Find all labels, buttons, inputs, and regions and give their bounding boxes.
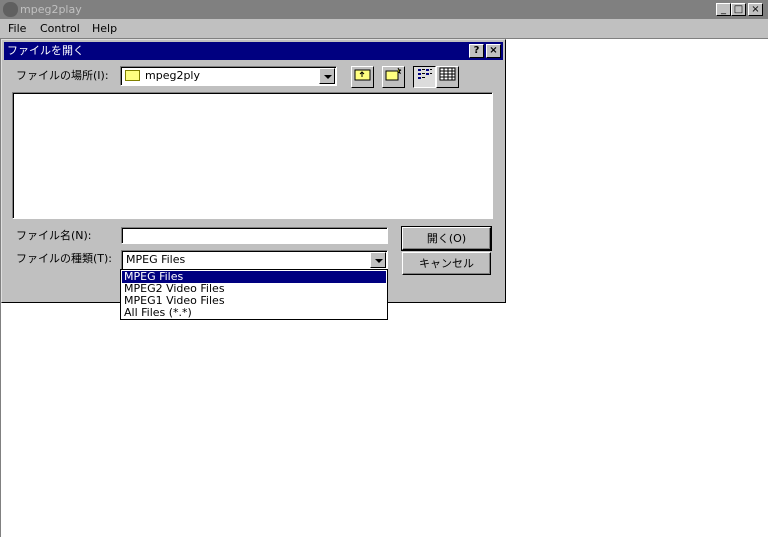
dialog-close-button[interactable]: ×: [486, 44, 501, 58]
menu-help[interactable]: Help: [92, 21, 117, 36]
minimize-button[interactable]: _: [716, 3, 731, 16]
app-title-bar[interactable]: mpeg2play _ □ ×: [0, 0, 768, 19]
up-folder-icon: [354, 69, 371, 81]
up-folder-button[interactable]: [351, 66, 374, 88]
app-title: mpeg2play: [20, 3, 82, 16]
folder-icon: [125, 70, 140, 81]
new-folder-icon: [385, 67, 402, 81]
chevron-down-icon[interactable]: [319, 68, 335, 84]
app-icon[interactable]: [3, 2, 18, 17]
maximize-button[interactable]: □: [731, 3, 746, 16]
help-button[interactable]: ?: [469, 44, 484, 58]
look-in-value: mpeg2ply: [145, 69, 200, 82]
open-button[interactable]: 開く(O): [401, 226, 492, 251]
filename-field[interactable]: [121, 227, 388, 244]
filetype-combo[interactable]: MPEG Files: [121, 250, 388, 270]
cancel-button[interactable]: キャンセル: [402, 252, 491, 275]
open-file-dialog: ファイルを開く ? × ファイルの場所(I): mpeg2ply ファイル名(N…: [1, 39, 506, 303]
details-view-icon: [439, 67, 456, 81]
dialog-title-bar[interactable]: ファイルを開く ? ×: [4, 42, 503, 60]
look-in-label: ファイルの場所(I):: [16, 69, 109, 82]
filetype-dropdown-list: MPEG Files MPEG2 Video Files MPEG1 Video…: [120, 269, 388, 320]
dialog-title: ファイルを開く: [7, 44, 84, 57]
filetype-label: ファイルの種類(T):: [16, 252, 113, 265]
close-button[interactable]: ×: [748, 3, 763, 16]
filename-label: ファイル名(N):: [16, 229, 92, 242]
look-in-combo[interactable]: mpeg2ply: [120, 66, 337, 86]
file-list[interactable]: [12, 92, 493, 219]
list-view-icon: [418, 69, 432, 79]
new-folder-button[interactable]: [382, 66, 405, 88]
chevron-down-icon[interactable]: [370, 252, 386, 268]
menu-bar: File Control Help: [0, 19, 768, 38]
list-view-button[interactable]: [413, 66, 436, 88]
menu-control[interactable]: Control: [40, 21, 80, 36]
main-window: mpeg2play _ □ × File Control Help ファイルを開…: [0, 0, 768, 537]
details-view-button[interactable]: [436, 66, 459, 88]
menu-file[interactable]: File: [8, 21, 26, 36]
filetype-value: MPEG Files: [126, 253, 186, 266]
filetype-option[interactable]: All Files (*.*): [122, 307, 386, 319]
